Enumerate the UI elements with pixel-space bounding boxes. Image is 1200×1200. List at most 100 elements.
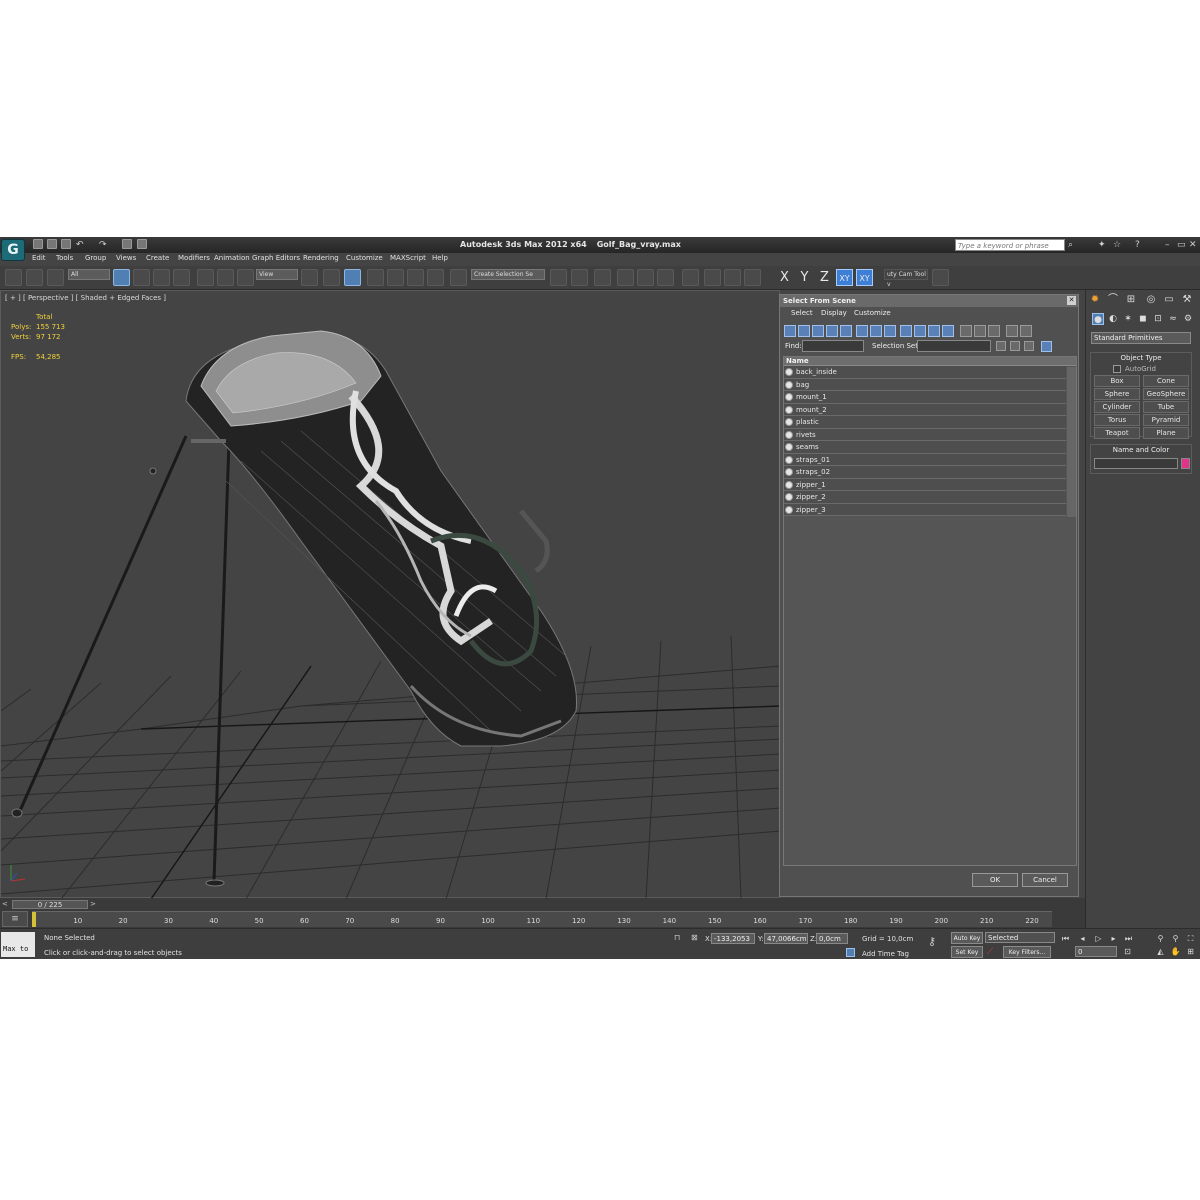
sync-selection-icon[interactable] bbox=[1006, 325, 1018, 337]
sphere-button[interactable]: Sphere bbox=[1094, 388, 1140, 400]
list-item[interactable]: zipper_2 bbox=[784, 491, 1066, 504]
select-invert-icon[interactable] bbox=[1024, 341, 1034, 351]
teapot-button[interactable]: Teapot bbox=[1094, 427, 1140, 439]
rectangular-selection-icon[interactable] bbox=[153, 269, 170, 286]
pivot-center-icon[interactable] bbox=[301, 269, 318, 286]
category-dropdown[interactable]: Standard Primitives bbox=[1091, 332, 1191, 344]
auto-key-button[interactable]: Auto Key bbox=[951, 932, 983, 944]
display-tab-icon[interactable]: ▭ bbox=[1162, 293, 1176, 307]
menu-edit[interactable]: Edit bbox=[32, 254, 46, 262]
search-input[interactable]: Type a keyword or phrase bbox=[955, 239, 1065, 251]
default-in-out-tangent-icon[interactable]: ⟋ bbox=[987, 947, 993, 957]
add-time-tag[interactable]: Add Time Tag bbox=[862, 950, 909, 958]
select-all-icon[interactable] bbox=[996, 341, 1006, 351]
display-lights-icon[interactable] bbox=[812, 325, 824, 337]
selection-set-dropdown[interactable] bbox=[917, 340, 991, 352]
list-item[interactable]: mount_2 bbox=[784, 403, 1066, 416]
edit-named-selection-icon[interactable] bbox=[450, 269, 467, 286]
axis-y-button[interactable]: Y bbox=[796, 269, 813, 286]
plane-button[interactable]: Plane bbox=[1143, 427, 1189, 439]
menu-rendering[interactable]: Rendering bbox=[303, 254, 339, 262]
angle-snap-icon[interactable] bbox=[387, 269, 404, 286]
key-filters-button[interactable]: Key Filters... bbox=[1003, 946, 1051, 958]
unlink-icon[interactable] bbox=[26, 269, 43, 286]
dialog-close-icon[interactable]: ✕ bbox=[1067, 296, 1076, 305]
keyboard-shortcut-override-icon[interactable] bbox=[344, 269, 361, 286]
previous-frame-icon[interactable]: ◂ bbox=[1077, 933, 1088, 944]
zoom-extents-icon[interactable]: ⛶ bbox=[1185, 933, 1196, 944]
rendered-frame-icon[interactable] bbox=[724, 269, 741, 286]
time-configuration-icon[interactable]: ⊡ bbox=[1122, 946, 1133, 957]
systems-icon[interactable]: ⚙ bbox=[1182, 313, 1194, 325]
menu-tools[interactable]: Tools bbox=[56, 254, 73, 262]
adaptive-degradation-icon[interactable] bbox=[846, 948, 855, 957]
skull-utility-icon[interactable] bbox=[932, 269, 949, 286]
tube-button[interactable]: Tube bbox=[1143, 401, 1189, 413]
render-production-icon[interactable] bbox=[744, 269, 761, 286]
favorites-icon[interactable]: ☆ bbox=[1113, 240, 1121, 250]
select-manipulate-icon[interactable] bbox=[323, 269, 340, 286]
key-icon[interactable]: ⚷ bbox=[928, 935, 936, 948]
zoom-all-icon[interactable]: ⚲ bbox=[1170, 933, 1181, 944]
bind-space-warp-icon[interactable] bbox=[47, 269, 64, 286]
scale-icon[interactable] bbox=[237, 269, 254, 286]
list-item[interactable]: seams bbox=[784, 441, 1066, 454]
selection-set-key-dropdown[interactable]: Selected bbox=[985, 932, 1055, 943]
layer-manager-icon[interactable] bbox=[594, 269, 611, 286]
utilities-tab-icon[interactable]: ⚒ bbox=[1180, 293, 1194, 307]
minimize-icon[interactable]: – bbox=[1165, 240, 1170, 250]
create-tab-icon[interactable]: ✹ bbox=[1088, 293, 1102, 307]
time-slider-right-icon[interactable]: > bbox=[90, 900, 96, 908]
curve-editor-icon[interactable] bbox=[637, 269, 654, 286]
select-object-icon[interactable] bbox=[113, 269, 130, 286]
selection-filter-dropdown[interactable]: All bbox=[68, 269, 110, 280]
display-xrefs-icon[interactable] bbox=[884, 325, 896, 337]
field-of-view-icon[interactable]: ◭ bbox=[1155, 946, 1166, 957]
name-and-color-title[interactable]: Name and Color bbox=[1091, 445, 1191, 455]
maximize-viewport-icon[interactable]: ⊞ bbox=[1185, 946, 1196, 957]
select-by-name-icon[interactable] bbox=[133, 269, 150, 286]
zoom-icon[interactable]: ⚲ bbox=[1155, 933, 1166, 944]
cylinder-button[interactable]: Cylinder bbox=[1094, 401, 1140, 413]
find-input[interactable] bbox=[802, 340, 864, 352]
hierarchy-tab-icon[interactable]: ⊞ bbox=[1124, 293, 1138, 307]
display-all-icon[interactable] bbox=[960, 325, 972, 337]
x-coordinate-field[interactable]: -133,2053 bbox=[711, 933, 755, 944]
window-crossing-icon[interactable] bbox=[173, 269, 190, 286]
display-geometry-icon[interactable] bbox=[784, 325, 796, 337]
list-item[interactable]: rivets bbox=[784, 428, 1066, 441]
menu-animation[interactable]: Animation bbox=[214, 254, 250, 262]
menu-graph-editors[interactable]: Graph Editors bbox=[252, 254, 300, 262]
filter-icon[interactable] bbox=[1020, 325, 1032, 337]
viewport-label[interactable]: [ + ] [ Perspective ] [ Shaded + Edged F… bbox=[5, 294, 166, 302]
select-none-icon[interactable] bbox=[1010, 341, 1020, 351]
spinner-snap-icon[interactable] bbox=[427, 269, 444, 286]
schematic-view-icon[interactable] bbox=[657, 269, 674, 286]
maximize-icon[interactable]: ▭ bbox=[1177, 240, 1186, 250]
go-to-end-icon[interactable]: ⏭ bbox=[1123, 933, 1134, 944]
display-hidden-icon[interactable] bbox=[942, 325, 954, 337]
track-bar[interactable]: 10 20 30 40 50 60 70 80 90 100 110 120 130 140 150 160 1… bbox=[32, 911, 1052, 927]
binoculars-icon[interactable]: ⌕ bbox=[1068, 240, 1073, 250]
time-slider-left-icon[interactable]: < bbox=[2, 900, 8, 908]
next-frame-icon[interactable]: ▸ bbox=[1108, 933, 1119, 944]
pan-view-icon[interactable]: ✋ bbox=[1170, 946, 1181, 957]
display-spacewarps-icon[interactable] bbox=[856, 325, 868, 337]
application-menu-logo[interactable]: G bbox=[1, 239, 25, 261]
axis-xy-button[interactable]: XY bbox=[836, 269, 853, 286]
display-bones-icon[interactable] bbox=[900, 325, 912, 337]
z-coordinate-field[interactable]: 0,0cm bbox=[816, 933, 848, 944]
open-file-icon[interactable] bbox=[47, 239, 57, 249]
mirror-icon[interactable] bbox=[550, 269, 567, 286]
move-icon[interactable] bbox=[197, 269, 214, 286]
y-coordinate-field[interactable]: 47,0066cm bbox=[764, 933, 808, 944]
percent-snap-icon[interactable] bbox=[407, 269, 424, 286]
pyramid-button[interactable]: Pyramid bbox=[1143, 414, 1189, 426]
list-item[interactable]: back_inside bbox=[784, 366, 1066, 379]
set-key-button[interactable]: Set Key bbox=[951, 946, 983, 958]
dialog-menu-customize[interactable]: Customize bbox=[854, 309, 891, 317]
list-item[interactable]: zipper_1 bbox=[784, 478, 1066, 491]
project-folder-icon[interactable] bbox=[137, 239, 147, 249]
graphite-ribbon-icon[interactable] bbox=[617, 269, 634, 286]
cancel-button[interactable]: Cancel bbox=[1022, 873, 1068, 887]
